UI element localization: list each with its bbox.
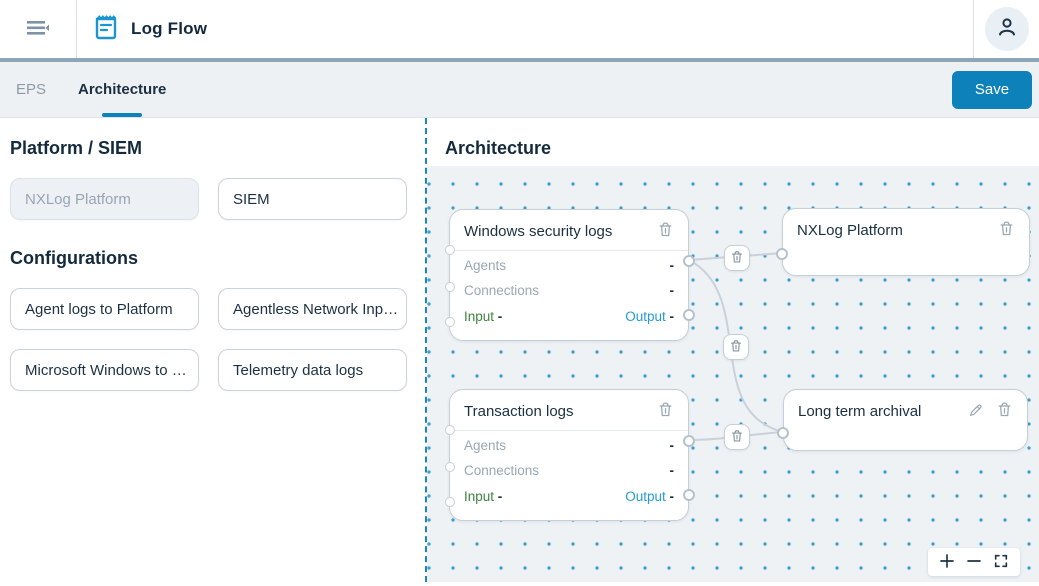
row-value: - — [669, 463, 675, 478]
pencil-icon — [968, 402, 984, 421]
node-header: NXLog Platform — [783, 209, 1029, 249]
node-nxlog-platform[interactable]: NXLog Platform — [776, 208, 1030, 276]
row-label: Agents — [464, 258, 507, 273]
node-header: Long term archival — [784, 390, 1027, 430]
node-row-connections: Connections - — [450, 278, 688, 303]
tab-bar: EPS Architecture Save — [0, 62, 1039, 118]
trash-icon — [730, 250, 744, 267]
collapse-menu-button[interactable] — [0, 0, 77, 58]
page-title-wrap: Log Flow — [77, 13, 973, 46]
tab-architecture[interactable]: Architecture — [62, 62, 182, 117]
row-label: Connections — [464, 283, 540, 298]
node-row-connections: Connections - — [450, 458, 688, 483]
node-delete-button[interactable] — [657, 401, 674, 421]
node-row-io: Input - Output - — [450, 303, 688, 334]
configurations-heading: Configurations — [10, 248, 138, 268]
trash-icon — [729, 339, 743, 356]
input-port[interactable] — [445, 462, 455, 472]
person-icon — [995, 15, 1019, 44]
node-delete-button[interactable] — [657, 221, 674, 241]
configurations-grid: Agent logs to Platform Agentless Network… — [10, 288, 407, 391]
platform-chip: NXLog Platform — [10, 178, 199, 220]
input-port[interactable] — [777, 427, 789, 439]
architecture-heading: Architecture — [445, 138, 552, 158]
node-delete-button[interactable] — [998, 220, 1015, 240]
trash-icon — [730, 429, 744, 446]
edge-delete-button-transaction-archival[interactable] — [724, 424, 750, 450]
user-avatar[interactable] — [984, 7, 1029, 51]
node-title: Transaction logs — [464, 402, 574, 420]
collapse-menu-icon — [24, 16, 52, 43]
platform-siem-heading: Platform / SIEM — [10, 138, 143, 158]
output-stat: Output - — [625, 309, 674, 324]
node-row-agents: Agents - — [450, 433, 688, 458]
node-delete-button[interactable] — [996, 401, 1013, 421]
header-user-area — [973, 0, 1039, 58]
edge-delete-button-windows-nxlog[interactable] — [724, 245, 750, 271]
save-button[interactable]: Save — [952, 70, 1032, 109]
trash-icon — [657, 221, 674, 241]
notepad-icon — [93, 13, 119, 46]
trash-icon — [998, 220, 1015, 240]
node-title: Long term archival — [798, 402, 922, 420]
app-header: Log Flow — [0, 0, 1039, 62]
row-value: - — [669, 438, 675, 453]
flow-canvas[interactable]: Windows security logs Agents - Connectio… — [427, 166, 1039, 582]
input-port[interactable] — [776, 248, 788, 260]
node-row-io: Input - Output - — [450, 483, 688, 514]
configuration-chip-microsoft-windows[interactable]: Microsoft Windows to … — [10, 349, 199, 391]
edge-delete-button-windows-archival[interactable] — [723, 334, 749, 360]
canvas-zoom-controls — [928, 548, 1020, 576]
node-title: Windows security logs — [464, 222, 613, 240]
node-divider — [450, 250, 688, 251]
row-label: Agents — [464, 438, 507, 453]
zoom-out-button[interactable] — [962, 550, 986, 574]
fit-view-button[interactable] — [989, 550, 1013, 574]
row-value: - — [669, 258, 675, 273]
output-port[interactable] — [683, 309, 695, 321]
input-port[interactable] — [445, 497, 455, 507]
node-divider — [450, 430, 688, 431]
node-windows-security-logs[interactable]: Windows security logs Agents - Connectio… — [445, 209, 695, 341]
output-port[interactable] — [683, 435, 695, 447]
node-header: Transaction logs — [450, 390, 688, 430]
configuration-chip-agentless-network[interactable]: Agentless Network Inp… — [218, 288, 407, 330]
node-transaction-logs[interactable]: Transaction logs Agents - Connections - … — [445, 389, 695, 521]
input-port[interactable] — [445, 245, 455, 255]
tab-eps[interactable]: EPS — [0, 62, 62, 117]
output-port[interactable] — [683, 255, 695, 267]
row-label: Connections — [464, 463, 540, 478]
node-title: NXLog Platform — [797, 221, 903, 239]
configuration-chip-telemetry[interactable]: Telemetry data logs — [218, 349, 407, 391]
output-port[interactable] — [683, 489, 695, 501]
content-area: Platform / SIEM NXLog Platform SIEM Conf… — [0, 118, 1039, 582]
configuration-chip-agent-logs[interactable]: Agent logs to Platform — [10, 288, 199, 330]
zoom-in-button[interactable] — [935, 550, 959, 574]
row-value: - — [669, 283, 675, 298]
node-row-agents: Agents - — [450, 253, 688, 278]
minus-icon — [965, 552, 983, 573]
node-header: Windows security logs — [450, 210, 688, 250]
output-stat: Output - — [625, 489, 674, 504]
trash-icon — [996, 401, 1013, 421]
input-stat: Input - — [464, 309, 503, 324]
fit-view-icon — [993, 553, 1009, 572]
node-edit-button[interactable] — [968, 402, 984, 421]
input-port[interactable] — [445, 425, 455, 435]
tabs: EPS Architecture — [0, 62, 182, 117]
node-long-term-archival[interactable]: Long term archival — [777, 389, 1028, 451]
left-panel: Platform / SIEM NXLog Platform SIEM Conf… — [0, 118, 425, 582]
plus-icon — [938, 552, 956, 573]
input-port[interactable] — [445, 317, 455, 327]
siem-chip[interactable]: SIEM — [218, 178, 407, 220]
input-stat: Input - — [464, 489, 503, 504]
page-title: Log Flow — [131, 19, 208, 38]
input-port[interactable] — [445, 282, 455, 292]
architecture-panel: Architecture Windows security logs Agent… — [425, 118, 1039, 582]
trash-icon — [657, 401, 674, 421]
platform-siem-grid: NXLog Platform SIEM — [10, 178, 407, 220]
